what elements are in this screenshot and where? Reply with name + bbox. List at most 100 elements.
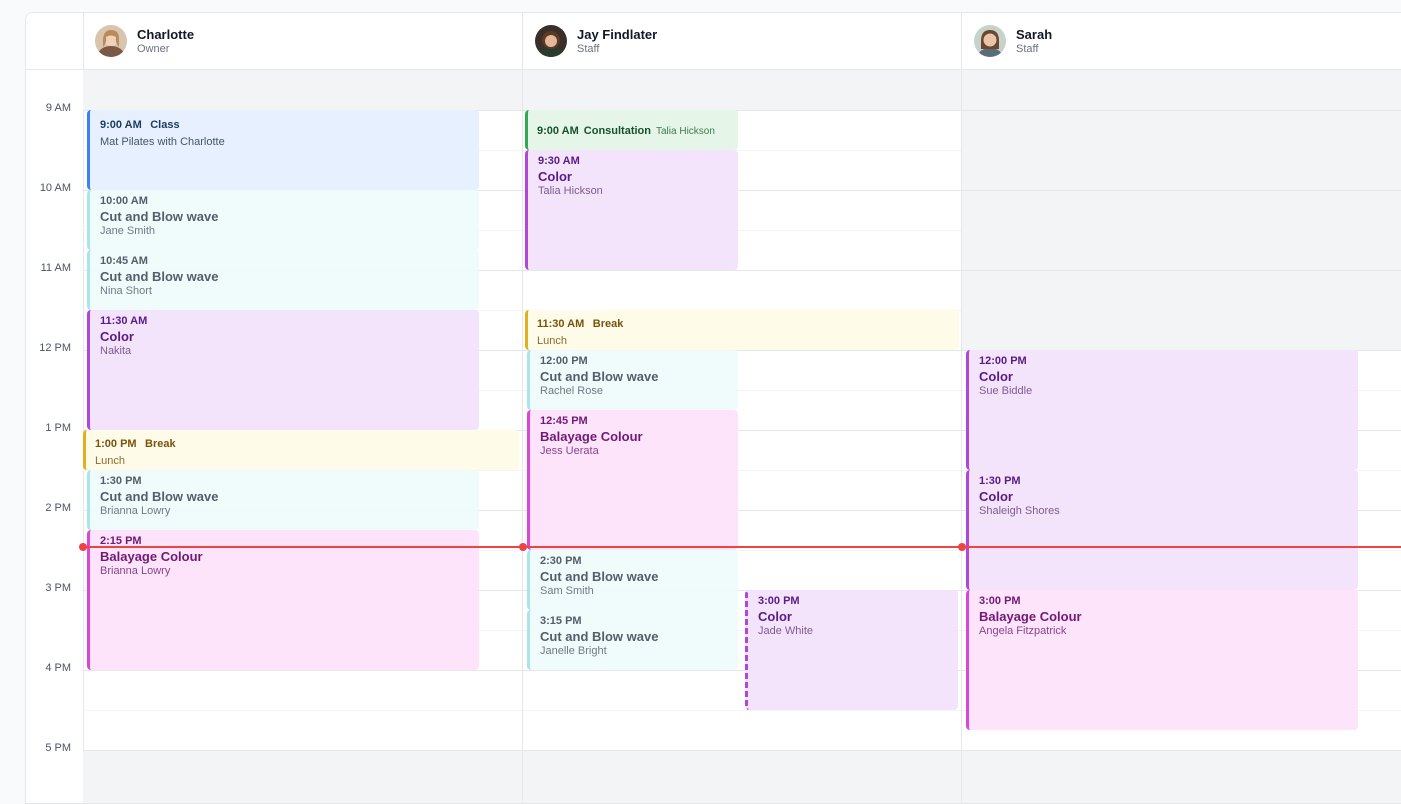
time-label: 1 PM bbox=[45, 422, 71, 434]
appointment-time: 9:00 AM bbox=[100, 119, 142, 131]
calendar: Charlotte Owner Jay Findlater Staff Sara… bbox=[25, 12, 1401, 804]
time-label: 11 AM bbox=[40, 262, 71, 274]
appointment-color-pending[interactable]: 3:00 PM Color Jade White bbox=[745, 590, 958, 710]
appointment-client: Brianna Lowry bbox=[100, 505, 171, 517]
schedule-grid: 9 AM 10 AM 11 AM 12 PM 1 PM 2 PM 3 PM 4 … bbox=[26, 70, 1401, 803]
staff-role: Staff bbox=[1016, 43, 1039, 55]
appointment-service: Cut and Blow wave bbox=[100, 269, 219, 284]
unavailable-block bbox=[962, 70, 1401, 110]
appointment-service: Cut and Blow wave bbox=[540, 569, 659, 584]
appointment-service: Cut and Blow wave bbox=[100, 489, 219, 504]
appointment-client: Shaleigh Shores bbox=[979, 505, 1060, 517]
time-label: 3 PM bbox=[45, 582, 71, 594]
appointment-color[interactable]: 11:30 AM Color Nakita bbox=[87, 310, 479, 430]
appointment-time: 3:00 PM bbox=[979, 595, 1021, 607]
appointment-label: Class bbox=[150, 119, 180, 131]
appointment-service: Color bbox=[979, 489, 1013, 504]
appointment-consultation[interactable]: 9:00 AM Consultation Talia Hickson bbox=[525, 110, 738, 150]
appointment-service: Color bbox=[100, 329, 134, 344]
appointment-client: Jane Smith bbox=[100, 225, 156, 237]
staff-column-header-jay[interactable]: Jay Findlater Staff bbox=[523, 13, 962, 69]
appointment-service: Balayage Colour bbox=[540, 429, 643, 444]
appointment-balayage[interactable]: 2:15 PM Balayage Colour Brianna Lowry bbox=[87, 530, 479, 670]
current-time-dot bbox=[519, 543, 527, 551]
appointment-client: Jess Uerata bbox=[540, 445, 599, 457]
appointment-time: 1:00 PM bbox=[95, 438, 137, 450]
appointment-cut[interactable]: 10:00 AM Cut and Blow wave Jane Smith bbox=[87, 190, 479, 250]
appointment-client: Angela Fitzpatrick bbox=[979, 625, 1067, 637]
time-label: 4 PM bbox=[45, 662, 71, 674]
appointment-break[interactable]: 11:30 AM Break Lunch bbox=[525, 310, 959, 350]
appointment-service: Balayage Colour bbox=[100, 549, 203, 564]
appointment-client: Nakita bbox=[100, 345, 132, 357]
appointment-client: Brianna Lowry bbox=[100, 565, 171, 577]
appointment-color[interactable]: 12:00 PM Color Sue Biddle bbox=[966, 350, 1358, 470]
avatar bbox=[535, 25, 567, 57]
appointment-client: Lunch bbox=[537, 335, 567, 347]
appointment-client: Talia Hickson bbox=[656, 126, 715, 137]
appointment-balayage[interactable]: 12:45 PM Balayage Colour Jess Uerata bbox=[527, 410, 738, 550]
appointment-time: 12:00 PM bbox=[540, 355, 588, 367]
staff-column-header-charlotte[interactable]: Charlotte Owner bbox=[83, 13, 523, 69]
appointment-class[interactable]: 9:00 AM Class Mat Pilates with Charlotte bbox=[87, 110, 479, 190]
appointment-time: 10:45 AM bbox=[100, 255, 148, 267]
current-time-dot bbox=[79, 543, 87, 551]
unavailable-block bbox=[83, 70, 522, 110]
appointment-time: 12:45 PM bbox=[540, 415, 588, 427]
appointment-service: Balayage Colour bbox=[979, 609, 1082, 624]
appointment-time: 11:30 AM bbox=[100, 315, 148, 327]
appointment-time: 1:30 PM bbox=[100, 475, 142, 487]
staff-role: Owner bbox=[137, 43, 170, 55]
appointment-cut[interactable]: 2:30 PM Cut and Blow wave Sam Smith bbox=[527, 550, 738, 610]
staff-column-jay[interactable]: 9:00 AM Consultation Talia Hickson 9:30 AM… bbox=[523, 70, 962, 803]
appointment-cut[interactable]: 3:15 PM Cut and Blow wave Janelle Bright bbox=[527, 610, 738, 670]
time-gutter: 9 AM 10 AM 11 AM 12 PM 1 PM 2 PM 3 PM 4 … bbox=[26, 70, 84, 803]
appointment-time: 9:30 AM bbox=[538, 155, 580, 167]
appointment-client: Lunch bbox=[95, 455, 125, 467]
appointment-color[interactable]: 9:30 AM Color Talia Hickson bbox=[525, 150, 738, 270]
staff-role: Staff bbox=[577, 43, 600, 55]
appointment-client: Nina Short bbox=[100, 285, 152, 297]
time-label: 10 AM bbox=[39, 182, 71, 194]
appointment-time: 9:00 AM bbox=[537, 125, 579, 137]
time-label: 5 PM bbox=[45, 742, 71, 754]
appointment-label: Break bbox=[145, 438, 176, 450]
staff-column-sarah[interactable]: 12:00 PM Color Sue Biddle 1:30 PM Color … bbox=[962, 70, 1401, 803]
appointment-time: 3:00 PM bbox=[758, 595, 800, 607]
time-label: 12 PM bbox=[39, 342, 71, 354]
header-corner bbox=[26, 13, 84, 69]
staff-name: Sarah bbox=[1016, 27, 1053, 42]
appointment-service: Cut and Blow wave bbox=[100, 209, 219, 224]
appointment-label: Consultation bbox=[583, 125, 651, 137]
appointment-service: Cut and Blow wave bbox=[540, 369, 659, 384]
appointment-client: Janelle Bright bbox=[540, 645, 607, 657]
appointment-break[interactable]: 1:00 PM Break Lunch bbox=[83, 430, 519, 470]
appointment-client: Talia Hickson bbox=[538, 185, 603, 197]
appointment-time: 10:00 AM bbox=[100, 195, 148, 207]
staff-header: Charlotte Owner Jay Findlater Staff Sara… bbox=[26, 13, 1401, 70]
avatar bbox=[974, 25, 1006, 57]
appointment-cut[interactable]: 10:45 AM Cut and Blow wave Nina Short bbox=[87, 250, 479, 310]
current-time-dot bbox=[958, 543, 966, 551]
appointment-client: Sue Biddle bbox=[979, 385, 1033, 397]
appointment-client: Sam Smith bbox=[540, 585, 594, 597]
appointment-time: 11:30 AM bbox=[537, 318, 585, 330]
staff-column-header-sarah[interactable]: Sarah Staff bbox=[962, 13, 1401, 69]
appointment-service: Cut and Blow wave bbox=[540, 629, 659, 644]
appointment-time: 2:30 PM bbox=[540, 555, 582, 567]
appointment-time: 1:30 PM bbox=[979, 475, 1021, 487]
unavailable-block bbox=[523, 70, 961, 110]
appointment-cut[interactable]: 1:30 PM Cut and Blow wave Brianna Lowry bbox=[87, 470, 479, 530]
staff-name: Jay Findlater bbox=[577, 27, 658, 42]
appointment-time: 12:00 PM bbox=[979, 355, 1027, 367]
appointment-color[interactable]: 1:30 PM Color Shaleigh Shores bbox=[966, 470, 1358, 590]
appointment-cut[interactable]: 12:00 PM Cut and Blow wave Rachel Rose bbox=[527, 350, 738, 410]
appointment-service: Color bbox=[979, 369, 1013, 384]
unavailable-block bbox=[962, 750, 1401, 803]
staff-column-charlotte[interactable]: 9:00 AM Class Mat Pilates with Charlotte… bbox=[83, 70, 523, 803]
unavailable-block bbox=[83, 750, 522, 803]
appointment-balayage[interactable]: 3:00 PM Balayage Colour Angela Fitzpatri… bbox=[966, 590, 1358, 730]
appointment-label: Break bbox=[592, 318, 624, 330]
time-label: 2 PM bbox=[45, 502, 71, 514]
appointment-service: Color bbox=[538, 169, 572, 184]
